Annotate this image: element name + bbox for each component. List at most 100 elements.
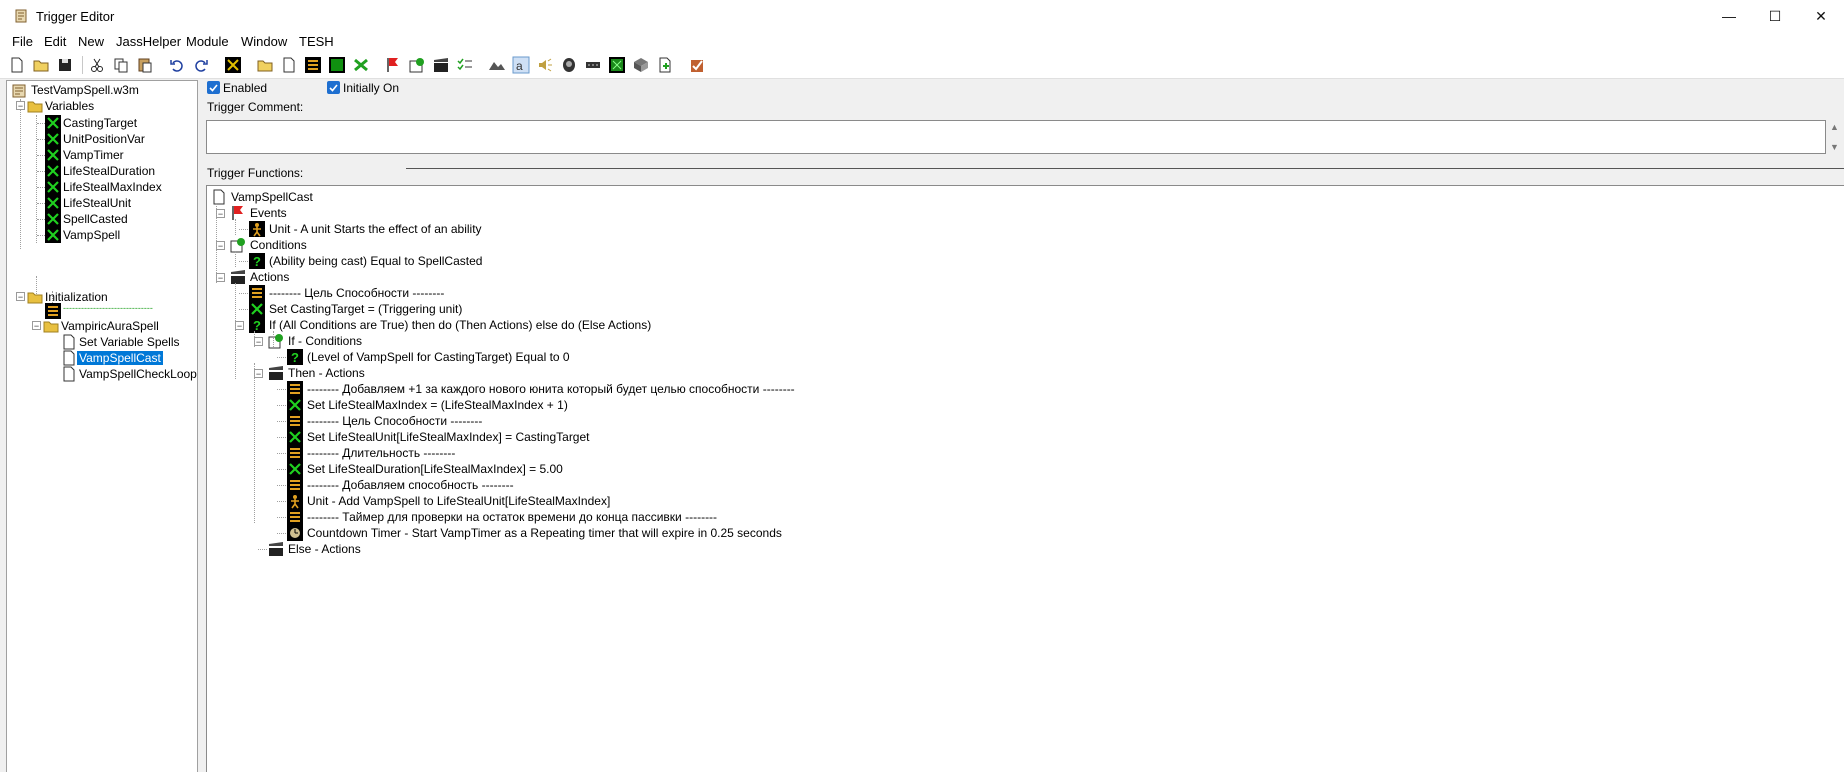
unit-icon bbox=[249, 221, 265, 237]
toolbar: a bbox=[0, 52, 1844, 79]
func-action-item[interactable]: Countdown Timer - Start VampTimer as a R… bbox=[307, 526, 782, 540]
func-action-item[interactable]: Set LifeStealUnit[LifeStealMaxIndex] = C… bbox=[307, 430, 590, 444]
tree-trigger-vampspellcheckloop[interactable]: VampSpellCheckLoop bbox=[79, 367, 197, 381]
new-action-icon[interactable] bbox=[432, 56, 450, 74]
func-action-item[interactable]: -------- Таймер для проверки на остаток … bbox=[307, 510, 717, 524]
variable-icon bbox=[45, 147, 61, 163]
open-folder-icon[interactable] bbox=[32, 56, 50, 74]
func-action-item[interactable]: -------- Добавляем +1 за каждого нового … bbox=[307, 382, 795, 396]
delete-icon[interactable] bbox=[224, 56, 242, 74]
func-event-item[interactable]: Unit - A unit Starts the effect of an ab… bbox=[269, 222, 482, 236]
menu-module[interactable]: Module bbox=[186, 34, 229, 49]
initially-on-checkbox[interactable] bbox=[327, 81, 340, 94]
terrain-icon[interactable] bbox=[488, 56, 506, 74]
collapse-subfolder-toggle[interactable]: − bbox=[32, 321, 41, 331]
tree-trigger-vampspellcast-selected[interactable]: VampSpellCast bbox=[76, 350, 164, 366]
close-button[interactable]: ✕ bbox=[1798, 0, 1844, 32]
collapse-toggle[interactable]: − bbox=[216, 273, 225, 283]
func-root[interactable]: VampSpellCast bbox=[231, 190, 313, 204]
redo-icon[interactable] bbox=[192, 56, 210, 74]
trigger-document-icon bbox=[63, 334, 75, 350]
menu-tesh[interactable]: TESH bbox=[299, 34, 334, 49]
tree-variable-item[interactable]: VampTimer bbox=[63, 148, 124, 162]
menu-file[interactable]: File bbox=[12, 34, 33, 49]
new-file-icon[interactable] bbox=[8, 56, 26, 74]
tree-variable-item[interactable]: LifeStealMaxIndex bbox=[63, 180, 162, 194]
import-manager-icon[interactable] bbox=[656, 56, 674, 74]
paste-icon[interactable] bbox=[136, 56, 154, 74]
undo-icon[interactable] bbox=[168, 56, 186, 74]
new-comment-icon[interactable] bbox=[304, 56, 322, 74]
tree-variable-item[interactable]: LifeStealDuration bbox=[63, 164, 155, 178]
collapse-toggle[interactable]: − bbox=[254, 369, 263, 379]
title-bar: Trigger Editor — ☐ ✕ bbox=[0, 0, 1844, 32]
func-action-item[interactable]: Set CastingTarget = (Triggering unit) bbox=[269, 302, 462, 316]
collapse-toggle[interactable]: − bbox=[254, 337, 263, 347]
maximize-button[interactable]: ☐ bbox=[1752, 0, 1798, 32]
collapse-toggle[interactable]: − bbox=[235, 321, 244, 331]
menu-new[interactable]: New bbox=[78, 34, 104, 49]
tree-separator-comment[interactable]: ------------------------------ bbox=[63, 303, 153, 313]
cut-icon[interactable] bbox=[88, 56, 106, 74]
collapse-toggle[interactable]: − bbox=[216, 209, 225, 219]
new-variable-icon[interactable] bbox=[328, 56, 346, 74]
func-condition-item[interactable]: (Ability being cast) Equal to SpellCaste… bbox=[269, 254, 482, 268]
tree-folder-initialization[interactable]: Initialization bbox=[45, 290, 108, 304]
menu-window[interactable]: Window bbox=[241, 34, 287, 49]
func-action-item[interactable]: Set LifeStealDuration[LifeStealMaxIndex]… bbox=[307, 462, 563, 476]
collapse-variables-toggle[interactable]: − bbox=[16, 101, 25, 111]
unit-editor-icon[interactable]: a bbox=[512, 56, 530, 74]
func-action-item[interactable]: -------- Цель Способности -------- bbox=[269, 286, 444, 300]
func-action-if[interactable]: If (All Conditions are True) then do (Th… bbox=[269, 318, 651, 332]
tree-line bbox=[277, 357, 286, 358]
collapse-initialization-toggle[interactable]: − bbox=[16, 292, 25, 302]
save-icon[interactable] bbox=[56, 56, 74, 74]
check-list-icon[interactable] bbox=[456, 56, 474, 74]
new-trigger-icon[interactable] bbox=[280, 56, 298, 74]
comment-scroll-up-icon[interactable]: ▲ bbox=[1830, 122, 1839, 132]
copy-icon[interactable] bbox=[112, 56, 130, 74]
tree-trigger-set-variable-spells[interactable]: Set Variable Spells bbox=[79, 335, 180, 349]
func-if-conditions[interactable]: If - Conditions bbox=[288, 334, 362, 348]
sound-icon[interactable] bbox=[536, 56, 554, 74]
tree-variable-item[interactable]: LifeStealUnit bbox=[63, 196, 131, 210]
tree-line bbox=[258, 549, 267, 550]
func-action-item[interactable]: -------- Цель Способности -------- bbox=[307, 414, 482, 428]
variable-x-icon[interactable] bbox=[352, 56, 370, 74]
enabled-checkbox[interactable] bbox=[207, 81, 220, 94]
trigger-comment-textarea[interactable] bbox=[206, 120, 1826, 154]
campaign-icon[interactable] bbox=[584, 56, 602, 74]
tree-folder-vampiric-aura[interactable]: VampiricAuraSpell bbox=[61, 319, 159, 333]
menu-edit[interactable]: Edit bbox=[44, 34, 66, 49]
func-then-actions[interactable]: Then - Actions bbox=[288, 366, 365, 380]
func-actions[interactable]: Actions bbox=[250, 270, 289, 284]
tree-variable-item[interactable]: SpellCasted bbox=[63, 212, 128, 226]
func-events[interactable]: Events bbox=[250, 206, 287, 220]
func-condition-item[interactable]: (Level of VampSpell for CastingTarget) E… bbox=[307, 350, 570, 364]
tree-variable-item[interactable]: VampSpell bbox=[63, 228, 120, 242]
minimize-button[interactable]: — bbox=[1706, 0, 1752, 32]
ai-editor-icon[interactable] bbox=[608, 56, 626, 74]
new-category-icon[interactable] bbox=[256, 56, 274, 74]
object-manager-icon[interactable] bbox=[632, 56, 650, 74]
collapse-toggle[interactable]: − bbox=[216, 241, 225, 251]
menu-jasshelper[interactable]: JassHelper bbox=[116, 34, 181, 49]
tree-line bbox=[37, 235, 45, 236]
tree-folder-variables[interactable]: Variables bbox=[45, 99, 94, 113]
func-action-item[interactable]: -------- Длительность -------- bbox=[307, 446, 455, 460]
func-action-item[interactable]: Set LifeStealMaxIndex = (LifeStealMaxInd… bbox=[307, 398, 568, 412]
tree-variable-item[interactable]: CastingTarget bbox=[63, 116, 137, 130]
test-map-icon[interactable] bbox=[688, 56, 706, 74]
func-action-item[interactable]: -------- Добавляем способность -------- bbox=[307, 478, 514, 492]
comment-scroll-down-icon[interactable]: ▼ bbox=[1830, 142, 1839, 152]
func-action-item[interactable]: Unit - Add VampSpell to LifeStealUnit[Li… bbox=[307, 494, 610, 508]
tree-line bbox=[277, 437, 286, 438]
func-else-actions[interactable]: Else - Actions bbox=[288, 542, 361, 556]
new-event-icon[interactable] bbox=[384, 56, 402, 74]
tree-variable-item[interactable]: UnitPositionVar bbox=[63, 132, 145, 146]
tree-map-root[interactable]: TestVampSpell.w3m bbox=[31, 83, 139, 97]
object-editor-icon[interactable] bbox=[560, 56, 578, 74]
panel-splitter[interactable] bbox=[198, 80, 204, 772]
new-condition-icon[interactable] bbox=[408, 56, 426, 74]
func-conditions[interactable]: Conditions bbox=[250, 238, 307, 252]
